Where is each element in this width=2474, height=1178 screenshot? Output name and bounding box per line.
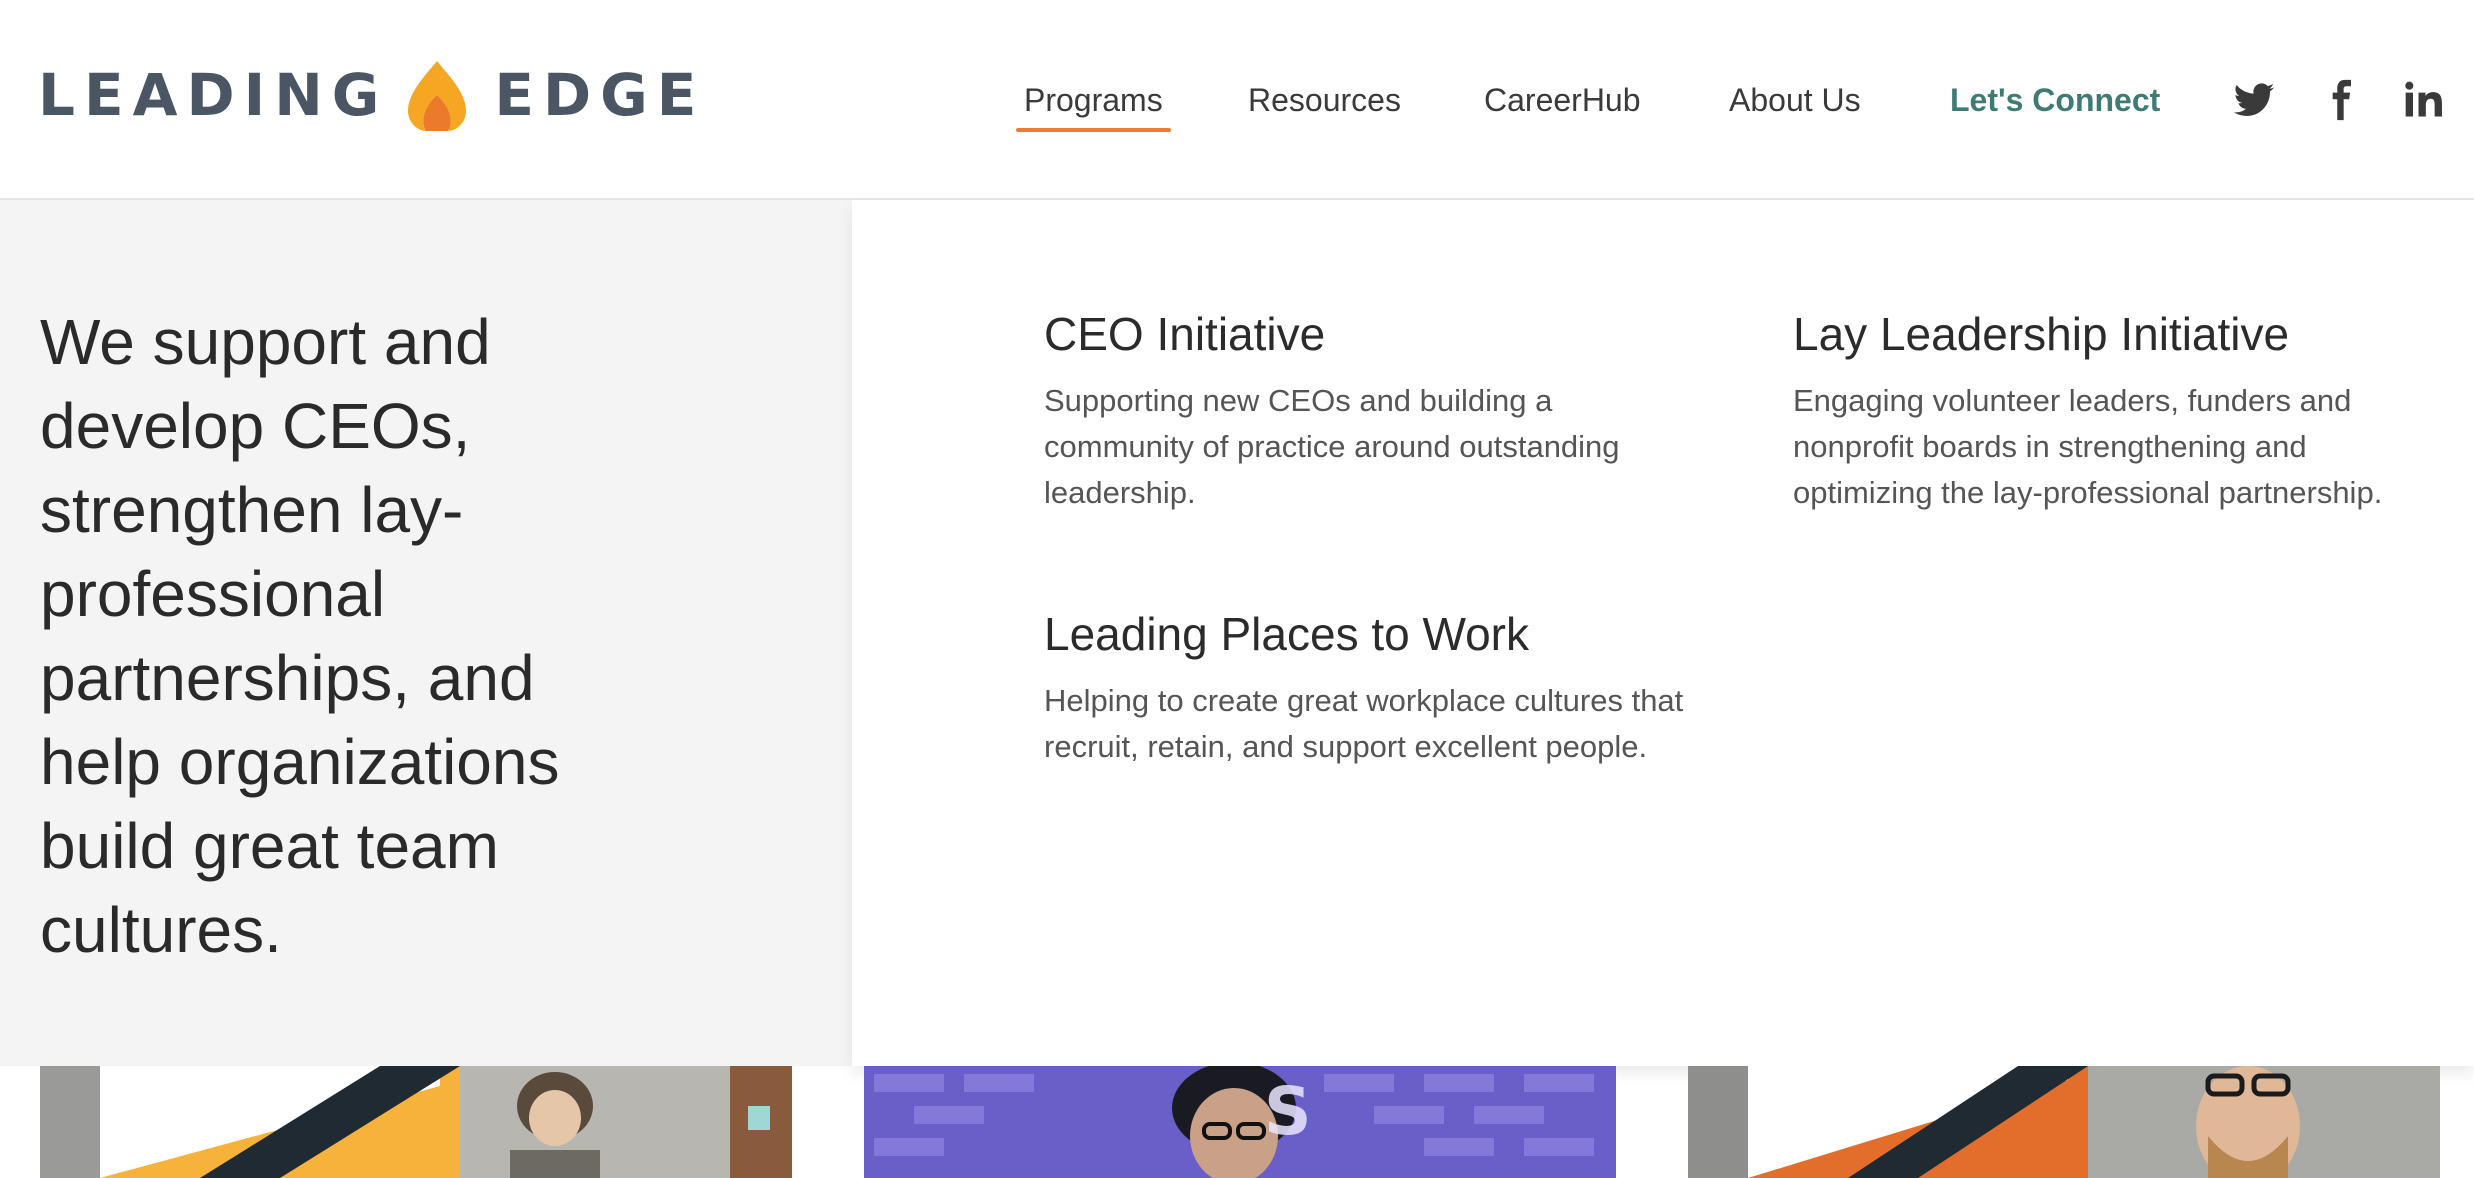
program-ceo-initiative[interactable]: CEO Initiative Supporting new CEOs and b…: [1044, 304, 1684, 516]
program-title[interactable]: Lay Leadership Initiative: [1793, 304, 2453, 364]
photo-man-image: [1688, 1066, 2440, 1178]
menu-tagline: We support and develop CEOs, strengthen …: [40, 306, 560, 966]
linkedin-icon[interactable]: [2402, 78, 2446, 122]
program-description: Helping to create great workplace cultur…: [1044, 683, 1684, 764]
programs-menu-panel: CEO Initiative Supporting new CEOs and b…: [852, 200, 2474, 1066]
program-card-image-1[interactable]: [40, 1066, 792, 1178]
program-title[interactable]: Leading Places to Work: [1044, 604, 1684, 664]
nav-about-us[interactable]: About Us: [1729, 74, 1861, 126]
photo-woman-image: [40, 1066, 792, 1178]
program-leading-places-to-work[interactable]: Leading Places to Work Helping to create…: [1044, 604, 1684, 770]
program-title[interactable]: CEO Initiative: [1044, 304, 1684, 364]
facebook-icon[interactable]: [2318, 78, 2362, 122]
program-description: Supporting new CEOs and building a commu…: [1044, 383, 1620, 510]
twitter-icon[interactable]: [2232, 78, 2276, 122]
main-nav: Programs Resources CareerHub About Us Le…: [0, 74, 2474, 134]
menu-intro-panel: We support and develop CEOs, strengthen …: [0, 200, 852, 1066]
nav-lets-connect[interactable]: Let's Connect: [1950, 74, 2160, 126]
program-card-image-2[interactable]: S: [864, 1066, 1616, 1178]
nav-resources[interactable]: Resources: [1248, 74, 1401, 126]
nav-programs[interactable]: Programs: [1016, 74, 1171, 132]
program-description: Engaging volunteer leaders, funders and …: [1793, 383, 2383, 510]
site-header: LEADING EDGE Programs Resources CareerHu…: [0, 0, 2474, 200]
program-lay-leadership-initiative[interactable]: Lay Leadership Initiative Engaging volun…: [1793, 304, 2453, 516]
svg-text:S: S: [1264, 1073, 1312, 1150]
nav-careerhub[interactable]: CareerHub: [1484, 74, 1641, 126]
program-card-image-3[interactable]: [1688, 1066, 2440, 1178]
photo-speaker-image: S: [864, 1066, 1616, 1178]
